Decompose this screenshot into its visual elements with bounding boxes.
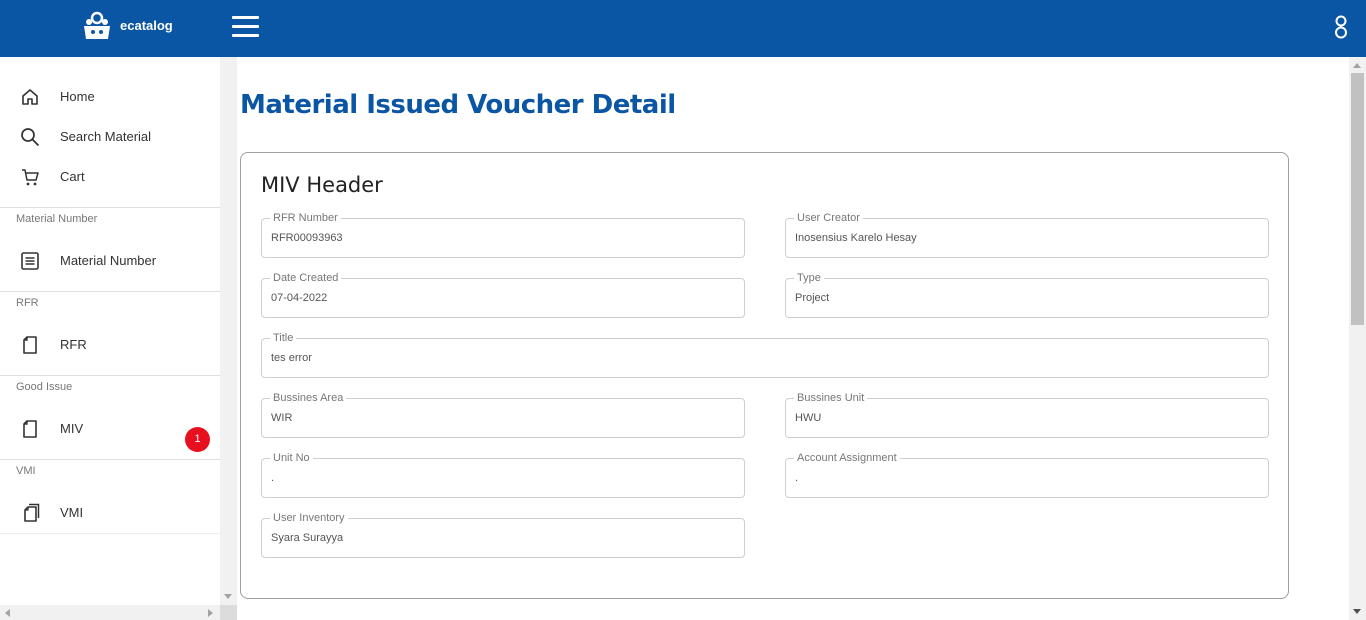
list-icon <box>21 252 39 270</box>
notification-badge: 1 <box>185 427 210 452</box>
main-vertical-scrollbar[interactable] <box>1349 57 1366 620</box>
field-value: Syara Surayya <box>271 532 344 544</box>
user-icon[interactable] <box>1330 14 1352 40</box>
field-label: Date Created <box>270 271 342 285</box>
scrollbar-thumb[interactable] <box>1351 73 1364 325</box>
scroll-up-arrow-icon[interactable] <box>1353 63 1361 68</box>
sidebar-vertical-scrollbar[interactable] <box>220 57 237 605</box>
field-label: Title <box>270 331 297 345</box>
sidebar-divider <box>0 207 220 208</box>
field-label: Unit No <box>270 451 313 465</box>
field-value: Inosensius Karelo Hesay <box>795 232 917 244</box>
section-title-rfr: RFR <box>16 297 39 309</box>
field-label: User Inventory <box>270 511 348 525</box>
section-title-vmi: VMI <box>16 465 36 477</box>
sidebar: Home Search Material Cart Material Numbe… <box>0 57 220 605</box>
page-title: Material Issued Voucher Detail <box>240 90 676 120</box>
unit-no-field[interactable]: Unit No . <box>261 451 745 498</box>
miv-header-card: MIV Header RFR Number RFR00093963 User C… <box>240 152 1289 599</box>
field-value: Project <box>795 292 830 304</box>
rfr-number-field[interactable]: RFR Number RFR00093963 <box>261 211 745 258</box>
main-content: Material Issued Voucher Detail MIV Heade… <box>237 57 1349 620</box>
title-field[interactable]: Title tes error <box>261 331 1269 378</box>
user-inventory-field[interactable]: User Inventory Syara Surayya <box>261 511 745 558</box>
scroll-down-arrow-icon[interactable] <box>224 594 232 599</box>
section-title-material-number: Material Number <box>16 213 98 225</box>
documents-icon <box>24 503 40 522</box>
sidebar-item-label: Home <box>60 89 95 104</box>
brand-name[interactable]: ecatalog <box>120 18 173 33</box>
sidebar-item-rfr[interactable]: RFR <box>0 325 220 365</box>
sidebar-item-vmi[interactable]: VMI <box>0 493 220 533</box>
document-icon <box>23 336 37 354</box>
field-value: HWU <box>795 412 822 424</box>
scrollbar-corner <box>220 605 237 620</box>
field-label: Bussines Area <box>270 391 347 405</box>
sidebar-divider <box>0 459 220 460</box>
scroll-down-arrow-icon[interactable] <box>1353 609 1361 614</box>
sidebar-item-miv[interactable]: MIV 1 <box>0 409 220 452</box>
scroll-right-arrow-icon[interactable] <box>208 609 213 617</box>
field-label: User Creator <box>794 211 863 225</box>
business-unit-field[interactable]: Bussines Unit HWU <box>785 391 1269 438</box>
sidebar-item-label: Search Material <box>60 129 152 144</box>
sidebar-item-label: Material Number <box>60 253 157 268</box>
field-value: tes error <box>271 352 312 364</box>
business-area-field[interactable]: Bussines Area WIR <box>261 391 745 438</box>
field-label: Type <box>794 271 824 285</box>
sidebar-item-label: Cart <box>60 169 85 184</box>
scroll-left-arrow-icon[interactable] <box>5 609 10 617</box>
field-value: WIR <box>271 412 293 424</box>
field-value: 07-04-2022 <box>271 292 328 304</box>
sidebar-divider <box>0 375 220 376</box>
sidebar-item-material-number[interactable]: Material Number <box>0 241 220 281</box>
date-created-field[interactable]: Date Created 07-04-2022 <box>261 271 745 318</box>
field-label: Account Assignment <box>794 451 900 465</box>
cart-icon <box>22 169 39 186</box>
sidebar-item-search-material[interactable]: Search Material <box>0 117 220 157</box>
user-creator-field[interactable]: User Creator Inosensius Karelo Hesay <box>785 211 1269 258</box>
sidebar-item-home[interactable]: Home <box>0 77 220 117</box>
field-value: . <box>271 472 275 484</box>
top-navbar: ecatalog <box>0 0 1366 57</box>
field-label: Bussines Unit <box>794 391 868 405</box>
sidebar-item-label: VMI <box>60 505 84 520</box>
field-value: . <box>795 472 799 484</box>
sidebar-item-label: RFR <box>60 337 87 352</box>
field-label: RFR Number <box>270 211 341 225</box>
card-title: MIV Header <box>261 173 383 197</box>
account-assignment-field[interactable]: Account Assignment . <box>785 451 1269 498</box>
sidebar-horizontal-scrollbar[interactable] <box>0 605 220 620</box>
sidebar-item-cart[interactable]: Cart <box>0 157 220 197</box>
sidebar-item-label: MIV <box>60 421 84 436</box>
section-title-good-issue: Good Issue <box>16 381 73 393</box>
hamburger-menu-icon[interactable] <box>232 16 259 38</box>
type-field[interactable]: Type Project <box>785 271 1269 318</box>
document-icon <box>23 420 37 438</box>
sidebar-divider <box>0 533 220 534</box>
robot-logo-icon[interactable] <box>81 11 113 43</box>
home-icon <box>22 89 38 105</box>
sidebar-divider <box>0 291 220 292</box>
search-icon <box>21 128 40 147</box>
field-value: RFR00093963 <box>271 232 343 244</box>
